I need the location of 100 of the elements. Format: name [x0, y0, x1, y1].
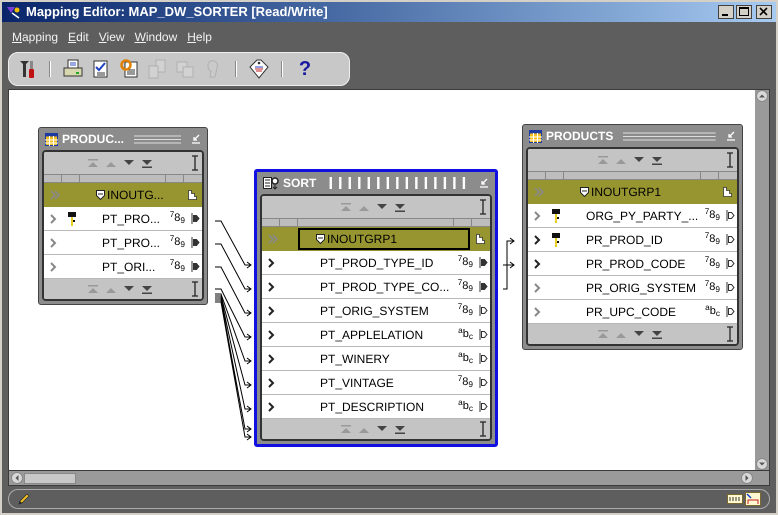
minimize-icon[interactable]	[726, 131, 736, 141]
attribute-name: PT_PRO...	[102, 210, 162, 228]
scroll-down-icon[interactable]	[377, 424, 387, 434]
binary-icon	[727, 493, 743, 505]
operator-title: PRODUC...	[62, 131, 124, 148]
chevron-icon[interactable]	[533, 234, 543, 244]
scroll-down-icon[interactable]	[124, 158, 134, 168]
text-type-icon	[745, 492, 761, 506]
attribute-name: PT_ORIG_SYSTEM	[320, 302, 430, 320]
chevron-icon[interactable]	[533, 258, 543, 268]
gear-document-icon[interactable]	[118, 58, 140, 80]
app-icon	[6, 5, 22, 19]
operator-title: SORT	[283, 175, 316, 192]
attribute-name: PT_APPLELATION	[320, 326, 424, 344]
resize-handle-icon[interactable]	[480, 421, 486, 437]
horizontal-scrollbar[interactable]	[8, 471, 770, 486]
grip-lines-icon[interactable]	[623, 132, 716, 140]
data-type-label: $^{7}$8$_{9}$	[170, 213, 185, 224]
data-type-label: $^{7}$8$_{9}$	[170, 261, 185, 272]
group-pin-icon[interactable]	[476, 234, 484, 244]
minimize-icon[interactable]	[479, 178, 489, 188]
operator-box[interactable]: PRODUC... INOUTG... PT_PRO... $^{7}$8$_{9}$ PT_PRO... $^{7}$8$_{9}$ PT_ORI... $^{7}$8$_{9}$	[38, 127, 208, 305]
chevron-icon[interactable]	[267, 354, 277, 364]
scroll-bottom-icon[interactable]	[395, 202, 405, 212]
menu-item[interactable]: Help	[183, 28, 216, 46]
pin-icon[interactable]	[478, 305, 488, 316]
mapped-pin-icon[interactable]	[478, 257, 488, 268]
group-row[interactable]: INOUTG...	[44, 183, 202, 207]
group-name: INOUTG...	[107, 187, 164, 204]
pin-icon[interactable]	[478, 377, 488, 388]
chevron-icon[interactable]	[267, 306, 277, 316]
chevron-icon[interactable]	[267, 282, 277, 292]
scroll-bottom-icon[interactable]	[142, 284, 152, 294]
resize-handle-icon[interactable]	[192, 155, 198, 171]
menu-item[interactable]: Window	[130, 28, 182, 46]
menu-item[interactable]: Edit	[64, 28, 93, 46]
data-type-label: $^{7}$8$_{9}$	[458, 257, 473, 268]
chevron-icon[interactable]	[267, 378, 277, 388]
mapped-pin-icon[interactable]	[190, 261, 200, 272]
pin-icon[interactable]	[726, 258, 734, 269]
group-pin-icon[interactable]	[188, 190, 196, 200]
scroll-bottom-icon[interactable]	[142, 158, 152, 168]
scroll-bottom-icon[interactable]	[652, 330, 662, 338]
scroll-up-icon[interactable]	[756, 90, 768, 102]
data-type-label: $^{a}$b$_{c}$	[458, 329, 473, 340]
attribute-name: PR_PROD_CODE	[586, 256, 686, 272]
resize-handle-icon[interactable]	[192, 281, 198, 297]
data-type-label: $^{7}$8$_{9}$	[458, 281, 473, 292]
help-button[interactable]: ?	[298, 54, 312, 84]
chevron-icon[interactable]	[267, 402, 277, 412]
pin-icon[interactable]	[478, 401, 488, 412]
group-row[interactable]: INOUTGRP1	[262, 227, 490, 251]
scroll-right-icon[interactable]	[741, 472, 753, 484]
grip-lines-icon[interactable]	[134, 134, 181, 144]
pin-icon[interactable]	[478, 353, 488, 364]
scroll-down-icon[interactable]	[634, 156, 644, 164]
pencil-icon	[17, 492, 31, 506]
scroll-bottom-icon[interactable]	[652, 156, 662, 164]
menu-item[interactable]: Mapping	[8, 28, 62, 46]
attribute-name: ORG_PY_PARTY_...	[586, 208, 700, 224]
pin-icon[interactable]	[726, 234, 734, 245]
close-button[interactable]	[756, 5, 772, 19]
mapped-pin-icon[interactable]	[190, 237, 200, 248]
resize-handle-icon[interactable]	[727, 326, 733, 342]
minimize-icon[interactable]	[191, 134, 201, 144]
vertical-scrollbar[interactable]	[755, 90, 769, 470]
data-type-label: $^{7}$8$_{9}$	[704, 210, 720, 221]
table-icon	[45, 132, 58, 146]
pin-icon[interactable]	[478, 329, 488, 340]
scroll-down-icon[interactable]	[634, 330, 644, 338]
minimize-button[interactable]	[718, 5, 734, 19]
operator-box[interactable]: PRODUCTS INOUTGRP1 ORG_PY_PARTY_... $^{7}$8$_{9}$ PR_PROD_ID $^{7}$8$_{9}$ PR_PROD_CODE $^{7}$8$_{9}$ PR_ORIG_SYSTEM $^{7}$8$_{9}$ PR_UPC_CODE $^{a}$b$_{c}$	[522, 124, 743, 350]
resize-handle-icon[interactable]	[480, 199, 486, 215]
data-type-label: $^{a}$b$_{c}$	[458, 353, 473, 364]
operator-box[interactable]	[254, 169, 498, 447]
data-type-label: $^{7}$8$_{9}$	[704, 282, 720, 293]
group-pin-icon[interactable]	[722, 186, 732, 198]
mapped-pin-icon[interactable]	[190, 213, 200, 224]
chevron-icon[interactable]	[267, 330, 277, 340]
attribute-name: PT_DESCRIPTION	[320, 398, 426, 416]
mapped-pin-icon[interactable]	[478, 281, 488, 292]
scroll-left-icon[interactable]	[11, 472, 23, 484]
pin-icon[interactable]	[726, 282, 734, 293]
data-type-label: $^{7}$8$_{9}$	[704, 234, 720, 245]
scroll-down-icon[interactable]	[377, 202, 387, 212]
group-row[interactable]: INOUTGRP1	[528, 180, 737, 204]
tag-icon[interactable]	[248, 58, 270, 80]
chevron-icon[interactable]	[267, 258, 277, 268]
resize-handle-icon[interactable]	[727, 152, 733, 168]
scroll-thumb[interactable]	[24, 472, 76, 484]
scroll-down-icon[interactable]	[756, 458, 768, 470]
attribute-name: PT_PROD_TYPE_ID	[320, 254, 434, 272]
menu-item[interactable]: View	[94, 28, 129, 46]
pin-icon[interactable]	[726, 210, 734, 221]
pin-icon[interactable]	[726, 306, 734, 317]
window-title: Mapping Editor: MAP_DW_SORTER [Read/Write]	[26, 3, 328, 22]
group-icon	[580, 187, 589, 197]
scroll-down-icon[interactable]	[124, 284, 134, 294]
maximize-button[interactable]	[736, 5, 752, 19]
scroll-bottom-icon[interactable]	[395, 424, 405, 434]
